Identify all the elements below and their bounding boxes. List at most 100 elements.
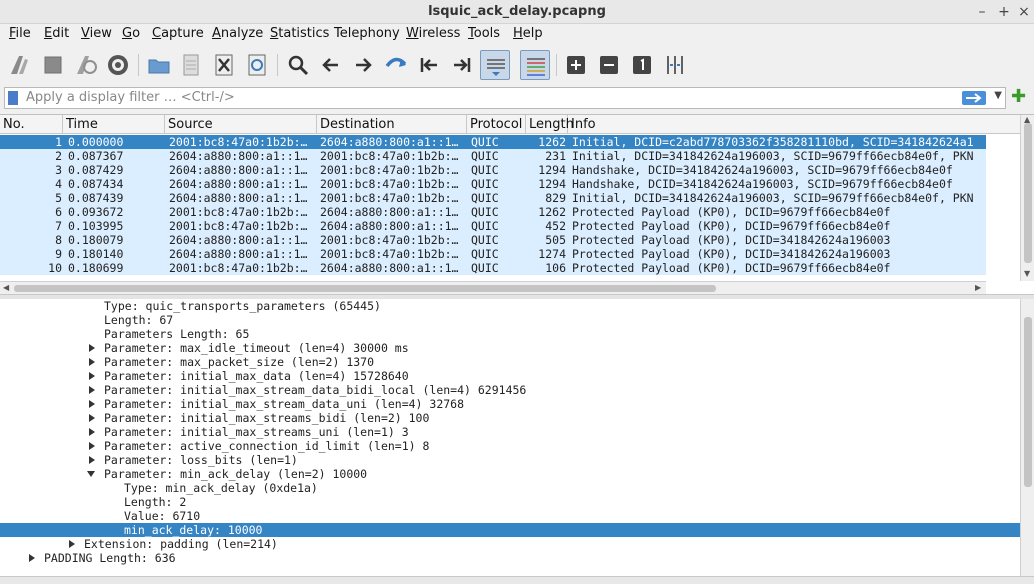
forward-arrow-icon[interactable] xyxy=(348,50,378,80)
capture-options-icon[interactable] xyxy=(103,50,133,80)
tree-row[interactable]: Type: min_ack_delay (0xde1a) xyxy=(0,481,1020,495)
packet-row[interactable]: 5 0.087439 2604:a880:800:a1::1… 2001:bc8:47… xyxy=(0,191,986,205)
scroll-right-arrow-icon[interactable]: ▶ xyxy=(975,283,981,292)
go-to-packet-icon[interactable] xyxy=(381,50,411,80)
bookmark-icon[interactable] xyxy=(8,91,18,105)
collapsed-arrow-icon[interactable] xyxy=(89,400,95,408)
normal-size-icon[interactable] xyxy=(627,50,657,80)
reload-icon[interactable] xyxy=(242,50,272,80)
packet-row[interactable]: 1 0.000000 2001:bc8:47a0:1b2b:… 2604:a880:8… xyxy=(0,135,986,149)
tree-row[interactable]: Type: quic_transports_parameters (65445) xyxy=(0,299,1020,313)
collapsed-arrow-icon[interactable] xyxy=(89,358,95,366)
column-header-source[interactable]: Source xyxy=(165,115,317,134)
scroll-thumb[interactable] xyxy=(1024,317,1032,487)
tree-row[interactable]: Parameter: max_packet_size (len=2) 1370 xyxy=(0,355,1020,369)
scroll-left-arrow-icon[interactable]: ◀ xyxy=(3,283,9,292)
apply-filter-arrow-icon[interactable] xyxy=(962,91,986,105)
packet-row[interactable]: 10 0.180699 2001:bc8:47a0:1b2b:… 2604:a880:… xyxy=(0,261,986,275)
tree-row[interactable]: Parameter: max_idle_timeout (len=4) 3000… xyxy=(0,341,1020,355)
menu-statistics[interactable]: Statistics xyxy=(270,26,329,41)
add-filter-button-icon[interactable]: ✚ xyxy=(1011,88,1026,106)
packet-list-horizontal-scrollbar[interactable]: ◀ ▶ xyxy=(0,281,986,294)
last-packet-icon[interactable] xyxy=(447,50,477,80)
open-folder-icon[interactable] xyxy=(144,50,174,80)
collapsed-arrow-icon[interactable] xyxy=(89,442,95,450)
collapsed-arrow-icon[interactable] xyxy=(89,428,95,436)
scroll-thumb[interactable] xyxy=(1024,123,1032,263)
column-header-length[interactable]: Length xyxy=(526,115,574,134)
menu-view[interactable]: View xyxy=(81,26,112,41)
collapsed-arrow-icon[interactable] xyxy=(89,414,95,422)
close-file-icon[interactable] xyxy=(209,50,239,80)
menu-edit[interactable]: Edit xyxy=(44,26,69,41)
packet-cell-dst: 2001:bc8:47a0:1b2b:… xyxy=(320,149,459,163)
display-filter-input[interactable]: Apply a display filter … <Ctrl-/> ▼ xyxy=(4,87,1006,109)
packet-row[interactable]: 7 0.103995 2001:bc8:47a0:1b2b:… 2604:a880:8… xyxy=(0,219,986,233)
menu-telephony[interactable]: Telephony xyxy=(334,26,400,41)
packet-row[interactable]: 6 0.093672 2001:bc8:47a0:1b2b:… 2604:a880:8… xyxy=(0,205,986,219)
first-packet-icon[interactable] xyxy=(414,50,444,80)
packet-row[interactable]: 4 0.087434 2604:a880:800:a1::1… 2001:bc8:47… xyxy=(0,177,986,191)
collapsed-arrow-icon[interactable] xyxy=(69,540,75,548)
tree-row[interactable]: Length: 2 xyxy=(0,495,1020,509)
scroll-down-arrow-icon[interactable]: ▼ xyxy=(1024,269,1030,278)
shark-fin-start-icon[interactable] xyxy=(5,50,35,80)
chevron-down-icon[interactable]: ▼ xyxy=(994,90,1002,101)
tree-row[interactable]: Parameter: loss_bits (len=1) xyxy=(0,453,1020,467)
column-header-protocol[interactable]: Protocol xyxy=(467,115,526,134)
packet-row[interactable]: 9 0.180140 2604:a880:800:a1::1… 2001:bc8:47… xyxy=(0,247,986,261)
details-vertical-scrollbar[interactable] xyxy=(1020,299,1034,576)
menu-tools[interactable]: Tools xyxy=(468,26,500,41)
column-header-destination[interactable]: Destination xyxy=(317,115,467,134)
file-icon[interactable] xyxy=(176,50,206,80)
collapsed-arrow-icon[interactable] xyxy=(89,386,95,394)
packet-list-vertical-scrollbar[interactable]: ▲ ▼ xyxy=(1020,115,1034,281)
packet-row[interactable]: 2 0.087367 2604:a880:800:a1::1… 2001:bc8:47… xyxy=(0,149,986,163)
packet-cell-no: 9 xyxy=(55,247,62,261)
pane-splitter-bottom[interactable] xyxy=(0,576,1034,584)
search-icon[interactable] xyxy=(283,50,313,80)
menu-analyze[interactable]: Analyze xyxy=(212,26,263,41)
resize-columns-icon[interactable] xyxy=(660,50,690,80)
tree-row[interactable]: Parameter: initial_max_data (len=4) 1572… xyxy=(0,369,1020,383)
packet-cell-info: Initial, DCID=341842624a196003, SCID=967… xyxy=(572,191,974,205)
zoom-in-icon[interactable] xyxy=(561,50,591,80)
autoscroll-icon[interactable] xyxy=(480,50,510,80)
menu-file[interactable]: File xyxy=(9,26,31,41)
collapsed-arrow-icon[interactable] xyxy=(89,372,95,380)
colorize-icon[interactable] xyxy=(520,50,550,80)
packet-row[interactable]: 3 0.087429 2604:a880:800:a1::1… 2001:bc8:47… xyxy=(0,163,986,177)
tree-row[interactable]: PADDING Length: 636 xyxy=(0,551,1020,565)
tree-row[interactable]: Value: 6710 xyxy=(0,509,1020,523)
menu-help[interactable]: Help xyxy=(513,26,543,41)
tree-row[interactable]: Parameters Length: 65 xyxy=(0,327,1020,341)
tree-row[interactable]: Parameter: initial_max_streams_uni (len=… xyxy=(0,425,1020,439)
menu-go[interactable]: Go xyxy=(122,26,140,41)
menu-capture[interactable]: Capture xyxy=(152,26,204,41)
collapsed-arrow-icon[interactable] xyxy=(89,344,95,352)
tree-row[interactable]: Parameter: initial_max_stream_data_bidi_… xyxy=(0,383,1020,397)
expanded-arrow-icon[interactable] xyxy=(87,471,95,477)
maximize-button[interactable]: + xyxy=(994,2,1014,22)
tree-row[interactable]: Parameter: min_ack_delay (len=2) 10000 xyxy=(0,467,1020,481)
menu-wireless[interactable]: Wireless xyxy=(406,26,460,41)
zoom-out-icon[interactable] xyxy=(594,50,624,80)
scroll-thumb[interactable] xyxy=(14,285,716,292)
close-window-button[interactable]: × xyxy=(1014,2,1034,22)
column-header-time[interactable]: Time xyxy=(63,115,165,134)
back-arrow-icon[interactable] xyxy=(316,50,346,80)
column-header-no[interactable]: No. xyxy=(0,115,63,134)
tree-row[interactable]: min_ack_delay: 10000 xyxy=(0,523,1020,537)
restart-capture-icon[interactable] xyxy=(71,50,101,80)
packet-row[interactable]: 8 0.180079 2604:a880:800:a1::1… 2001:bc8:47… xyxy=(0,233,986,247)
stop-icon[interactable] xyxy=(38,50,68,80)
column-header-info[interactable]: Info xyxy=(568,115,1020,134)
minimize-button[interactable]: – xyxy=(972,2,992,22)
tree-row[interactable]: Parameter: initial_max_stream_data_uni (… xyxy=(0,397,1020,411)
collapsed-arrow-icon[interactable] xyxy=(89,456,95,464)
collapsed-arrow-icon[interactable] xyxy=(29,554,35,562)
tree-row[interactable]: Parameter: initial_max_streams_bidi (len… xyxy=(0,411,1020,425)
tree-row[interactable]: Length: 67 xyxy=(0,313,1020,327)
tree-row[interactable]: Extension: padding (len=214) xyxy=(0,537,1020,551)
tree-row[interactable]: Parameter: active_connection_id_limit (l… xyxy=(0,439,1020,453)
